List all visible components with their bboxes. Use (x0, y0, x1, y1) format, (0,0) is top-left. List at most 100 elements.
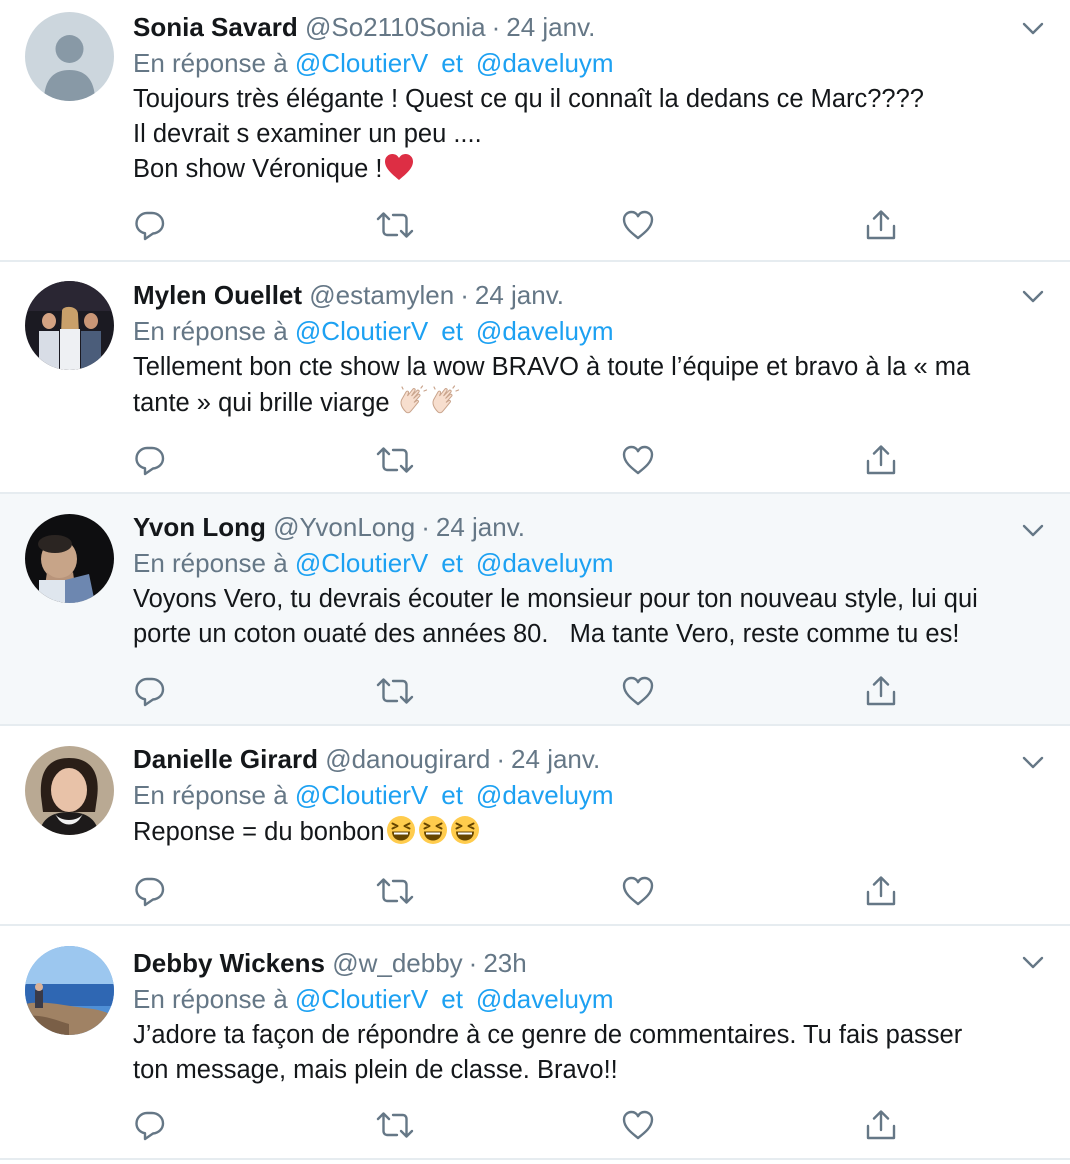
retweet-icon[interactable] (375, 443, 415, 477)
tweet-sonia-savard[interactable]: Sonia Savard @So2110Sonia · 24 janv. En ré… (0, 0, 1070, 262)
share-icon[interactable] (864, 874, 898, 908)
tweet-text-line: Il devrait s examiner un peu .... (133, 119, 482, 148)
mention-link[interactable]: @daveluym (476, 316, 614, 346)
retweet-icon[interactable] (375, 674, 415, 708)
user-name[interactable]: Danielle Girard (133, 744, 318, 774)
timestamp[interactable]: 24 janv. (475, 280, 564, 310)
tweet-text-line: Bon show Véronique ! (133, 155, 383, 183)
timestamp[interactable]: 24 janv. (511, 744, 600, 774)
mention-link[interactable]: @daveluym (476, 780, 614, 810)
avatar[interactable] (25, 746, 114, 835)
mention-link[interactable]: @daveluym (476, 548, 614, 578)
profile-photo-icon (25, 281, 114, 370)
timestamp[interactable]: 24 janv. (436, 512, 525, 542)
reply-context: En réponse à @CloutierV et @daveluym (133, 312, 1046, 350)
tweet-danielle-girard[interactable]: Danielle Girard @danougirard · 24 janv. En… (0, 726, 1070, 926)
chevron-down-icon[interactable] (1022, 756, 1044, 770)
chevron-down-icon[interactable] (1022, 524, 1044, 538)
mention-link[interactable]: @CloutierV (295, 780, 428, 810)
tweet-text: Tellement bon cte show la wow BRAVO à to… (133, 350, 1046, 420)
tweet-header: Yvon Long @YvonLong · 24 janv. (133, 510, 1046, 544)
mention-link[interactable]: @daveluym (476, 48, 614, 78)
chevron-down-icon[interactable] (1022, 22, 1044, 36)
share-icon[interactable] (864, 1108, 898, 1142)
avatar[interactable] (25, 946, 114, 1035)
retweet-icon[interactable] (375, 1108, 415, 1142)
tweet-header: Danielle Girard @danougirard · 24 janv. (133, 742, 1046, 776)
mention-link[interactable]: @CloutierV (295, 984, 428, 1014)
mention-link[interactable]: @CloutierV (295, 316, 428, 346)
reply-prefix: En réponse à (133, 780, 288, 810)
separator: · (496, 744, 506, 774)
reply-context: En réponse à @CloutierV et @daveluym (133, 776, 1046, 814)
mention-link[interactable]: @daveluym (476, 984, 614, 1014)
mention-link[interactable]: @CloutierV (295, 548, 428, 578)
chevron-down-icon[interactable] (1022, 290, 1044, 304)
user-name[interactable]: Debby Wickens (133, 948, 325, 978)
retweet-icon[interactable] (375, 874, 415, 908)
tweet-header: Debby Wickens @w_debby · 23h (133, 946, 1046, 980)
tweet-text-line: ton message, mais plein de classe. Bravo… (133, 1055, 618, 1084)
reply-conjunction: et (441, 984, 463, 1014)
tweet-actions (133, 1108, 913, 1142)
heart-icon[interactable] (621, 674, 655, 708)
share-icon[interactable] (864, 674, 898, 708)
tweet-text-line: Tellement bon cte show la wow BRAVO à to… (133, 353, 971, 381)
tweet-text-line: porte un coton ouaté des années 80. Ma t… (133, 619, 960, 648)
user-handle[interactable]: @danougirard (325, 744, 490, 774)
reply-conjunction: et (441, 548, 463, 578)
reply-feed: Sonia Savard @So2110Sonia · 24 janv. En ré… (0, 0, 1070, 1164)
tweet-text: Toujours très élégante ! Quest ce qu il … (133, 82, 1046, 187)
tweet-text: Voyons Vero, tu devrais écouter le monsi… (133, 582, 1046, 651)
reply-icon[interactable] (133, 1108, 167, 1142)
heart-icon[interactable] (621, 1108, 655, 1142)
timestamp[interactable]: 23h (483, 948, 526, 978)
user-handle[interactable]: @w_debby (332, 948, 462, 978)
reply-icon[interactable] (133, 674, 167, 708)
grinning-squinting-face-emoji-icon (385, 814, 417, 846)
reply-icon[interactable] (133, 874, 167, 908)
avatar[interactable] (25, 12, 114, 101)
tweet-debby-wickens[interactable]: Debby Wickens @w_debby · 23h En réponse à … (0, 926, 1070, 1160)
tweet-mylen-ouellet[interactable]: Mylen Ouellet @estamylen · 24 janv. En rép… (0, 262, 1070, 494)
tweet-actions (133, 208, 913, 242)
user-name[interactable]: Mylen Ouellet (133, 280, 302, 310)
user-handle[interactable]: @estamylen (309, 280, 454, 310)
clapping-hands-emoji-icon (429, 384, 461, 417)
avatar[interactable] (25, 514, 114, 603)
profile-photo-icon (25, 746, 114, 835)
heart-icon[interactable] (621, 874, 655, 908)
heart-icon[interactable] (621, 443, 655, 477)
user-handle[interactable]: @YvonLong (273, 512, 415, 542)
clapping-hands-emoji-icon (397, 384, 429, 417)
profile-photo-icon (25, 946, 114, 1035)
timestamp[interactable]: 24 janv. (506, 12, 595, 42)
tweet-text-line: tante » qui brille viarge (133, 388, 390, 417)
default-avatar-icon (25, 12, 114, 101)
reply-icon[interactable] (133, 208, 167, 242)
separator: · (460, 280, 469, 310)
tweet-text: Reponse = du bonbon (133, 814, 1046, 850)
tweet-actions (133, 874, 913, 908)
avatar[interactable] (25, 281, 114, 370)
user-handle[interactable]: @So2110Sonia (305, 12, 486, 42)
profile-photo-icon (25, 514, 114, 603)
user-name[interactable]: Sonia Savard (133, 12, 298, 42)
user-name[interactable]: Yvon Long (133, 512, 266, 542)
tweet-header: Sonia Savard @So2110Sonia · 24 janv. (133, 10, 1046, 44)
reply-icon[interactable] (133, 443, 167, 477)
heart-icon[interactable] (621, 208, 655, 242)
reply-context: En réponse à @CloutierV et @daveluym (133, 544, 1046, 582)
reply-context: En réponse à @CloutierV et @daveluym (133, 44, 1046, 82)
mention-link[interactable]: @CloutierV (295, 48, 428, 78)
reply-prefix: En réponse à (133, 316, 288, 346)
share-icon[interactable] (864, 208, 898, 242)
tweet-yvon-long[interactable]: Yvon Long @YvonLong · 24 janv. En réponse … (0, 494, 1070, 726)
separator: · (468, 948, 478, 978)
chevron-down-icon[interactable] (1022, 956, 1044, 970)
reply-prefix: En réponse à (133, 984, 288, 1014)
tweet-actions (133, 443, 913, 477)
share-icon[interactable] (864, 443, 898, 477)
retweet-icon[interactable] (375, 208, 415, 242)
grinning-squinting-face-emoji-icon (417, 814, 449, 846)
